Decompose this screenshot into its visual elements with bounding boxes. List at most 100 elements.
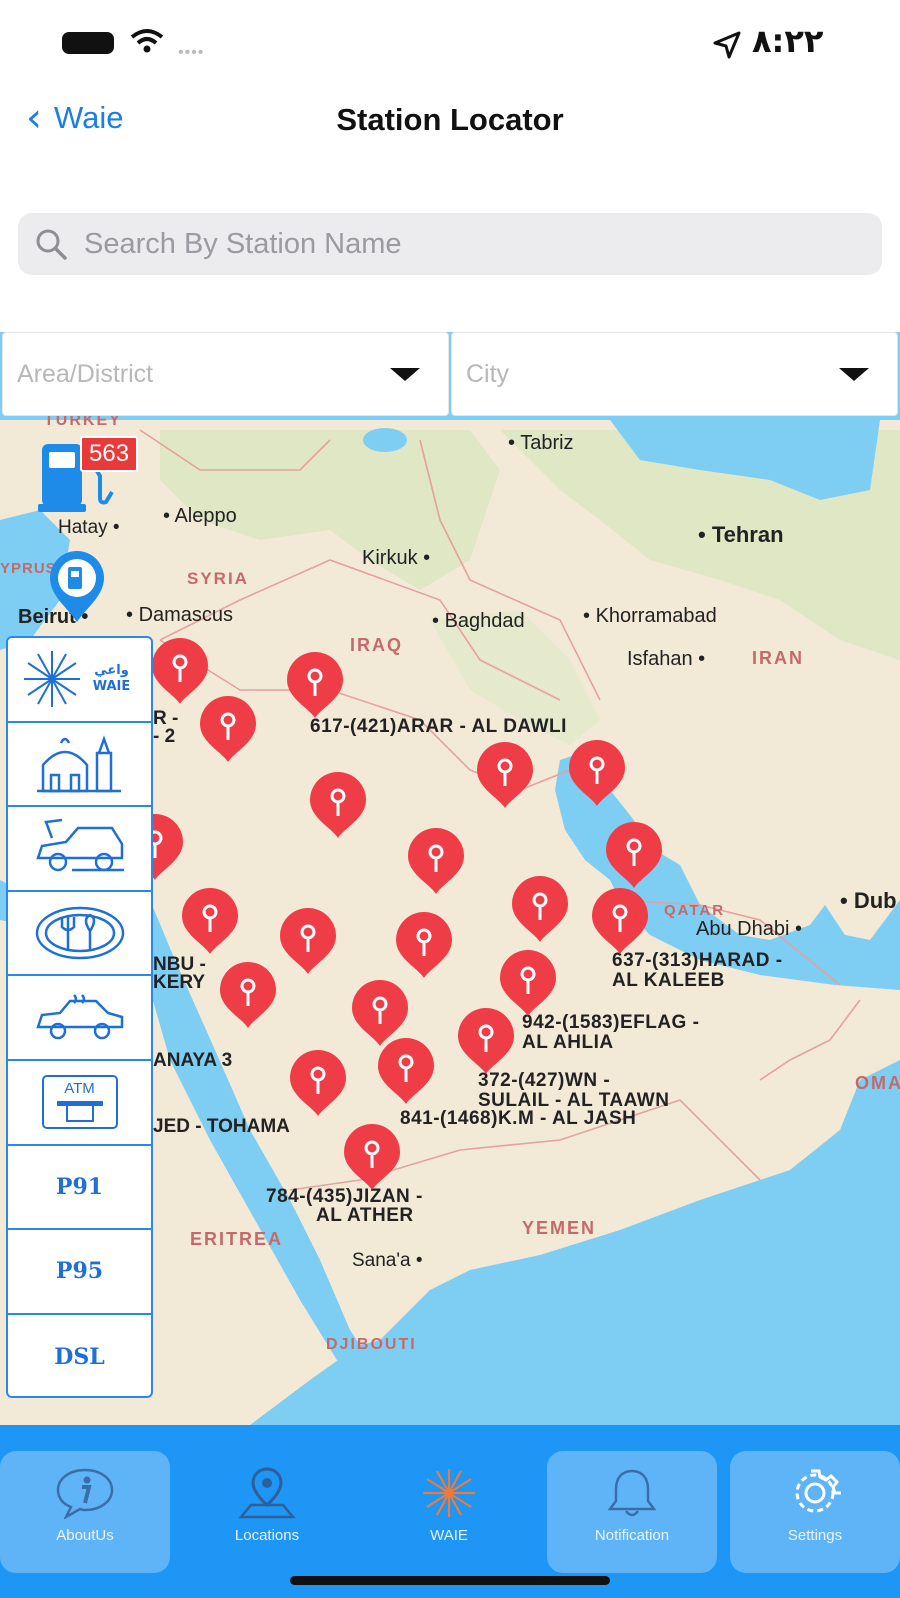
- cluster-count-badge: 563: [80, 436, 139, 472]
- station-pin[interactable]: [604, 822, 664, 890]
- filter-p95[interactable]: P95: [8, 1230, 151, 1315]
- station-label: ANAYA 3: [153, 1050, 233, 1071]
- tab-label: AboutUs: [56, 1527, 114, 1544]
- status-time: ٨:٢٢: [752, 22, 824, 60]
- station-pin[interactable]: [285, 652, 345, 720]
- city-label: • Damascus: [126, 604, 234, 626]
- filter-dsl[interactable]: DSL: [8, 1315, 151, 1400]
- station-pin[interactable]: [218, 962, 278, 1030]
- fuel-marker-icon: [50, 551, 104, 622]
- info-bubble-icon: [56, 1468, 114, 1519]
- mosque-icon: [36, 735, 121, 793]
- station-pin[interactable]: [590, 888, 650, 956]
- station-pin[interactable]: [510, 876, 570, 944]
- station-label: 617-(421)ARAR - AL DAWLI: [310, 716, 567, 737]
- country-label: QATAR: [664, 902, 726, 919]
- city-label: Kirkuk •: [362, 547, 431, 569]
- tab-aboutus[interactable]: AboutUs: [0, 1451, 170, 1573]
- station-label: JED - TOHAMA: [153, 1116, 290, 1137]
- station-pin[interactable]: [180, 888, 240, 956]
- filter-waie[interactable]: واعي WAIE: [8, 638, 151, 723]
- waie-logo-text: واعي WAIE: [92, 663, 131, 695]
- navigation-bar: ‹ Waie Station Locator: [0, 86, 900, 156]
- search-input[interactable]: [82, 226, 846, 262]
- dropdown-arrow-icon: [839, 367, 869, 381]
- city-label: • Baghdad: [432, 610, 525, 632]
- tab-notification[interactable]: Notification: [547, 1451, 717, 1573]
- city-label: • Aleppo: [163, 505, 237, 527]
- tab-label: WAIE: [430, 1527, 468, 1544]
- waie-logo-icon: [23, 651, 80, 708]
- country-label: IRAQ: [350, 635, 403, 655]
- area-district-placeholder: Area/District: [17, 359, 154, 388]
- search-icon: [36, 229, 67, 260]
- restaurant-icon: [35, 906, 124, 960]
- country-label: ERITREA: [190, 1229, 284, 1249]
- waie-logo-icon: [423, 1469, 475, 1517]
- city-label: Isfahan •: [627, 648, 706, 670]
- area-district-dropdown[interactable]: Area/District: [2, 332, 449, 416]
- atm-icon: ATM: [41, 1075, 118, 1130]
- station-label: - 2: [153, 726, 176, 747]
- filter-car-service[interactable]: [8, 807, 151, 892]
- station-label: KERY: [153, 972, 206, 993]
- station-pin[interactable]: [475, 742, 535, 810]
- fuel-station-marker[interactable]: [48, 550, 106, 627]
- station-label: AL KALEEB: [612, 970, 725, 991]
- station-cluster[interactable]: 563: [38, 436, 139, 525]
- city-dropdown[interactable]: City: [451, 332, 898, 416]
- tab-label: Locations: [234, 1527, 300, 1544]
- city-label: Sana'a •: [352, 1250, 423, 1271]
- country-label: DJIBOUTI: [326, 1336, 417, 1353]
- tab-label: Settings: [787, 1527, 843, 1544]
- tab-bar: AboutUs Locations WAIE Notification Sett…: [0, 1425, 900, 1598]
- tab-waie[interactable]: WAIE: [364, 1451, 534, 1573]
- battery-icon: [62, 32, 114, 54]
- tab-label: Notification: [594, 1527, 670, 1544]
- dsl-label: DSL: [54, 1344, 105, 1371]
- station-pin[interactable]: [308, 772, 368, 840]
- station-pin[interactable]: [342, 1124, 402, 1192]
- car-wash-icon: [35, 993, 123, 1039]
- location-map-icon: [238, 1467, 296, 1519]
- station-pin[interactable]: [394, 912, 454, 980]
- station-pin[interactable]: [376, 1038, 436, 1106]
- city-label: • Dub: [840, 888, 897, 913]
- p91-label: P91: [55, 1173, 104, 1200]
- station-label: AL ATHER: [316, 1205, 414, 1226]
- filter-atm[interactable]: ATM: [8, 1061, 151, 1146]
- search-bar[interactable]: [18, 213, 882, 275]
- station-label: 841-(1468)K.M - AL JASH: [400, 1108, 637, 1129]
- country-label: OMA: [855, 1073, 900, 1093]
- city-label: • Tehran: [698, 522, 784, 547]
- wifi-icon: [130, 29, 164, 53]
- dropdown-arrow-icon: [390, 367, 420, 381]
- tab-settings[interactable]: Settings: [730, 1451, 900, 1573]
- station-label: AL AHLIA: [522, 1032, 614, 1053]
- p95-label: P95: [55, 1258, 104, 1285]
- country-label: IRAN: [752, 648, 804, 668]
- city-placeholder: City: [466, 359, 510, 388]
- home-indicator: [290, 1576, 610, 1585]
- tab-locations[interactable]: Locations: [182, 1451, 352, 1573]
- station-pin[interactable]: [567, 740, 627, 808]
- amenity-filter-sidebar: واعي WAIE ATM P91 P95 DSL: [6, 636, 153, 1398]
- city-label: • Tabriz: [508, 432, 574, 454]
- station-pin[interactable]: [198, 696, 258, 764]
- page-title: Station Locator: [336, 102, 564, 137]
- filter-p91[interactable]: P91: [8, 1146, 151, 1231]
- location-arrow-icon: [713, 31, 741, 59]
- bell-icon: [607, 1469, 657, 1517]
- city-label: • Khorramabad: [583, 605, 717, 627]
- filter-restaurant[interactable]: [8, 892, 151, 977]
- station-pin[interactable]: [278, 908, 338, 976]
- signal-dots-icon: ••••: [178, 44, 205, 61]
- filter-car-wash[interactable]: [8, 976, 151, 1061]
- country-label: YEMEN: [522, 1218, 597, 1238]
- status-bar: •••• ٨:٢٢: [0, 0, 900, 86]
- station-pin[interactable]: [456, 1008, 516, 1076]
- station-pin[interactable]: [288, 1050, 348, 1118]
- filter-mosque[interactable]: [8, 723, 151, 808]
- station-pin[interactable]: [406, 828, 466, 896]
- car-service-icon: [35, 819, 124, 872]
